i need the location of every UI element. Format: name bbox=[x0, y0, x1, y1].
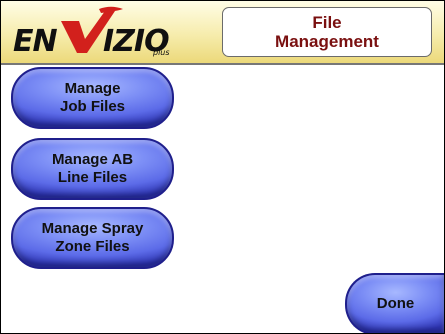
logo-suffix: plus bbox=[152, 48, 170, 57]
screen: EN IZIO plus File Management Manage Job … bbox=[0, 0, 445, 334]
manage-spray-zone-files-button[interactable]: Manage Spray Zone Files bbox=[11, 207, 174, 269]
logo-letters-en: EN bbox=[13, 24, 57, 59]
page-title: File Management bbox=[275, 13, 379, 51]
title-box: File Management bbox=[222, 7, 432, 57]
done-button[interactable]: Done bbox=[345, 273, 444, 333]
manage-job-files-button[interactable]: Manage Job Files bbox=[11, 67, 174, 129]
envizio-plus-logo: EN IZIO plus bbox=[13, 6, 170, 59]
header-bar: EN IZIO plus File Management bbox=[1, 1, 444, 65]
manage-ab-line-files-button[interactable]: Manage AB Line Files bbox=[11, 138, 174, 200]
